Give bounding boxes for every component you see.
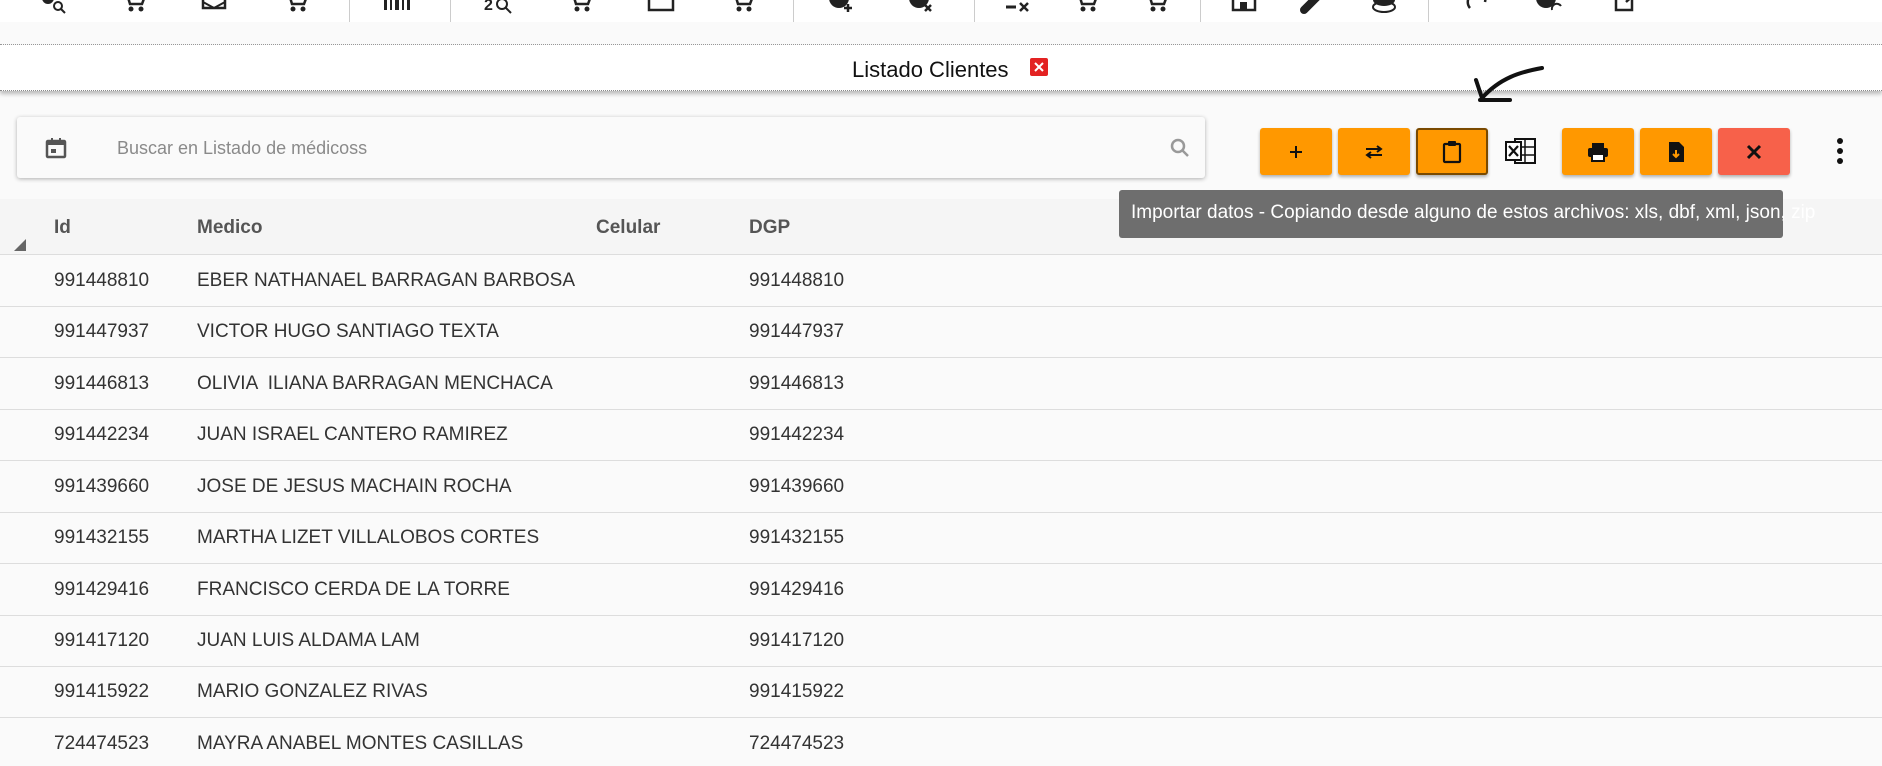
sync-cart-icon[interactable] xyxy=(1536,0,1566,14)
store-icon[interactable] xyxy=(1230,0,1260,14)
close-icon xyxy=(1034,62,1044,72)
cell-medico: MAYRA ANABEL MONTES CASILLAS xyxy=(197,733,524,754)
calendar-icon[interactable] xyxy=(45,137,67,159)
column-header-id[interactable]: Id xyxy=(54,217,71,239)
cell-medico: JOSE DE JESUS MACHAIN ROCHA xyxy=(197,476,512,497)
person-search-icon[interactable] xyxy=(38,0,68,14)
cell-id: 991446813 xyxy=(54,373,150,394)
cell-dgp: 991415922 xyxy=(749,681,845,702)
cart-icon[interactable] xyxy=(1072,0,1102,14)
cell-medico: EBER NATHANAEL BARRAGAN BARBOSA xyxy=(197,270,575,291)
table-row[interactable]: 991442234 JUAN ISRAEL CANTERO RAMIREZ 99… xyxy=(0,410,1882,461)
table-row[interactable]: 991417120 JUAN LUIS ALDAMA LAM 991417120 xyxy=(0,616,1882,667)
sync-icon[interactable] xyxy=(1464,0,1494,14)
table-row[interactable]: 991429416 FRANCISCO CERDA DE LA TORRE 99… xyxy=(0,565,1882,616)
import-tooltip: Importar datos - Copiando desde alguno d… xyxy=(1119,190,1815,238)
cell-dgp: 991432155 xyxy=(749,527,845,548)
pdf-file-icon xyxy=(1669,141,1684,162)
cell-medico: MARTHA LIZET VILLALOBOS CORTES xyxy=(197,527,540,548)
table-row[interactable]: 724474523 MAYRA ANABEL MONTES CASILLAS 7… xyxy=(0,719,1882,766)
cart-icon[interactable] xyxy=(1142,0,1172,14)
cell-id: 991432155 xyxy=(54,527,150,548)
import-button[interactable] xyxy=(1416,128,1488,175)
pill-icon[interactable] xyxy=(1300,0,1330,14)
cell-dgp: 991417120 xyxy=(749,630,845,651)
cell-id: 991447937 xyxy=(54,321,150,342)
cell-id: 991415922 xyxy=(54,681,150,702)
table-row[interactable]: 991415922 MARIO GONZALEZ RIVAS 991415922 xyxy=(0,667,1882,718)
cell-medico: MARIO GONZALEZ RIVAS xyxy=(197,681,428,702)
search-icon[interactable] xyxy=(1169,137,1191,159)
cell-dgp: 991446813 xyxy=(749,373,845,394)
cell-id: 991448810 xyxy=(54,270,150,291)
excel-icon[interactable] xyxy=(1505,136,1537,166)
cart-icon[interactable] xyxy=(566,0,596,14)
mail-icon[interactable] xyxy=(200,0,230,14)
column-header-celular[interactable]: Celular xyxy=(596,217,660,239)
cart-icon[interactable] xyxy=(282,0,312,14)
cell-medico: JUAN ISRAEL CANTERO RAMIREZ xyxy=(197,424,508,445)
cell-dgp: 991439660 xyxy=(749,476,845,497)
cell-id: 991429416 xyxy=(54,579,150,600)
cell-medico: JUAN LUIS ALDAMA LAM xyxy=(197,630,420,651)
table-row[interactable]: 991447937 VICTOR HUGO SANTIAGO TEXTA 991… xyxy=(0,307,1882,358)
cell-dgp: 724474523 xyxy=(749,733,845,754)
cell-dgp: 991442234 xyxy=(749,424,845,445)
print-button[interactable] xyxy=(1562,128,1634,175)
cell-dgp: 991429416 xyxy=(749,579,845,600)
more-vertical-icon[interactable] xyxy=(1832,137,1848,165)
clipboard-icon xyxy=(1442,140,1462,163)
cell-id: 991442234 xyxy=(54,424,150,445)
cell-medico: OLIVIA ILIANA BARRAGAN MENCHACA xyxy=(197,373,553,394)
svg-text:2: 2 xyxy=(484,0,493,14)
swap-button[interactable] xyxy=(1338,128,1410,175)
cell-dgp: 991448810 xyxy=(749,270,845,291)
zoom-icon[interactable]: 2 xyxy=(484,0,514,14)
cart-icon[interactable] xyxy=(728,0,758,14)
barcode-icon[interactable] xyxy=(382,0,412,14)
coins-icon[interactable] xyxy=(1370,0,1400,14)
table-row[interactable]: 991448810 EBER NATHANAEL BARRAGAN BARBOS… xyxy=(0,256,1882,307)
remove-cart-icon[interactable] xyxy=(908,0,938,14)
table-row[interactable]: 991446813 OLIVIA ILIANA BARRAGAN MENCHAC… xyxy=(0,359,1882,410)
column-header-medico[interactable]: Medico xyxy=(197,217,262,239)
sort-corner-icon[interactable] xyxy=(12,237,28,253)
box-icon[interactable] xyxy=(646,0,676,14)
add-button[interactable] xyxy=(1260,128,1332,175)
toolbar-separator xyxy=(450,0,451,22)
add-cart-icon[interactable] xyxy=(828,0,858,14)
column-header-dgp[interactable]: DGP xyxy=(749,217,790,239)
annotation-arrow-icon xyxy=(1474,66,1544,102)
pdf-export-button[interactable] xyxy=(1640,128,1712,175)
cell-medico: VICTOR HUGO SANTIAGO TEXTA xyxy=(197,321,499,342)
tab-strip: Listado Clientes xyxy=(0,45,1882,91)
cart-icon[interactable] xyxy=(120,0,150,14)
toolbar-separator xyxy=(974,0,975,22)
print-icon xyxy=(1588,142,1608,162)
cell-dgp: 991447937 xyxy=(749,321,845,342)
toolbar-separator xyxy=(349,0,350,22)
cell-id: 991417120 xyxy=(54,630,150,651)
tab-close-button[interactable] xyxy=(1030,58,1048,76)
close-button[interactable] xyxy=(1718,128,1790,175)
remove-item-icon[interactable] xyxy=(1004,0,1034,14)
table-row[interactable]: 991432155 MARTHA LIZET VILLALOBOS CORTES… xyxy=(0,513,1882,564)
toolbar-separator xyxy=(1428,0,1429,22)
close-icon xyxy=(1746,144,1762,159)
top-toolbar: 2 xyxy=(0,0,1882,22)
swap-icon xyxy=(1365,144,1383,159)
export-icon[interactable] xyxy=(1612,0,1642,14)
toolbar-separator xyxy=(1200,0,1201,22)
tab-listado-clientes[interactable]: Listado Clientes xyxy=(852,57,1009,83)
table-row[interactable]: 991439660 JOSE DE JESUS MACHAIN ROCHA 99… xyxy=(0,462,1882,513)
toolbar-separator xyxy=(793,0,794,22)
search-bar xyxy=(17,117,1205,178)
cell-id: 724474523 xyxy=(54,733,150,754)
cell-id: 991439660 xyxy=(54,476,150,497)
add-icon xyxy=(1290,145,1302,158)
search-input[interactable] xyxy=(117,131,1117,165)
cell-medico: FRANCISCO CERDA DE LA TORRE xyxy=(197,579,510,600)
